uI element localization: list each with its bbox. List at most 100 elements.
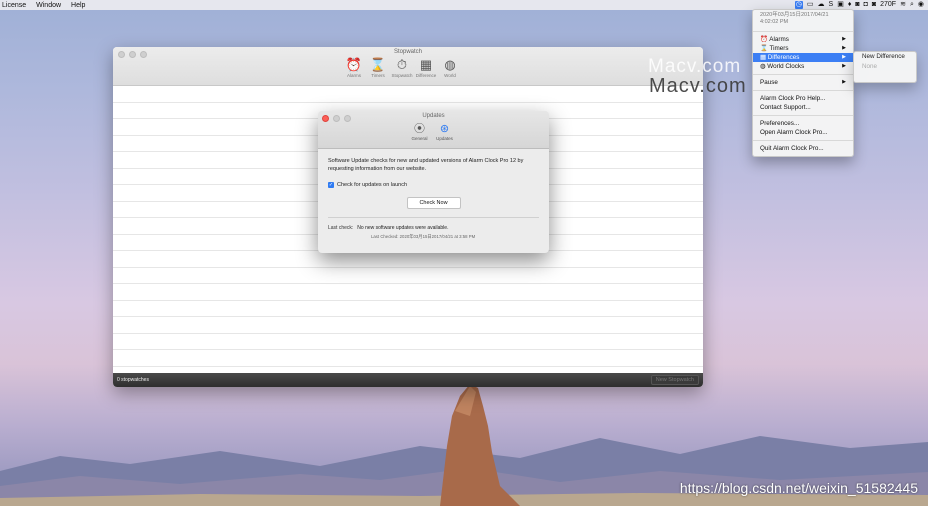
divider bbox=[753, 115, 853, 116]
tab-label: Stopwatch bbox=[391, 73, 413, 78]
menu-item-label: Timers bbox=[769, 45, 789, 52]
menu-item-label: Quit Alarm Clock Pro... bbox=[760, 145, 824, 152]
general-icon: ⦿ bbox=[414, 123, 425, 135]
tab-label: Updates bbox=[436, 136, 453, 141]
status-menu: 2020年03月15日2017/04/21 4:02:02 PM ⏰ Alarm… bbox=[752, 9, 854, 157]
search-icon[interactable]: ⌕ bbox=[910, 1, 914, 9]
menu-date-line: 2020年03月15日2017/04/21 bbox=[760, 12, 829, 18]
list-row bbox=[113, 350, 703, 367]
world-icon: ◍ bbox=[444, 57, 456, 72]
timer-icon: ⌛ bbox=[369, 57, 387, 72]
stopwatch-tabs: ⏰ Alarms ⌛ Timers ⏱ Stopwatch ▦ Differen… bbox=[345, 57, 459, 78]
screen-icon[interactable]: ▭ bbox=[807, 1, 814, 9]
tab-label: World bbox=[444, 73, 456, 78]
last-checked-timestamp: Last Checked: 2020年03月15日2017/04/21 at 3… bbox=[371, 234, 476, 239]
alarm-icon: ⏰ bbox=[760, 36, 768, 43]
menu-date: 2020年03月15日2017/04/21 4:02:02 PM bbox=[753, 10, 853, 28]
menu-item-label: Pause bbox=[760, 79, 778, 86]
app3-icon[interactable]: ◙ bbox=[872, 1, 876, 9]
list-row bbox=[113, 86, 703, 103]
dialog-toolbar: Updates ⦿ General ⊛ Updates bbox=[318, 111, 549, 149]
wifi-icon[interactable]: ≋ bbox=[900, 1, 906, 9]
menu-time-line: 4:02:02 PM bbox=[760, 19, 789, 25]
leaf-icon[interactable]: ♦ bbox=[848, 1, 852, 9]
menu-license[interactable]: License bbox=[2, 2, 26, 9]
s-icon[interactable]: S bbox=[829, 1, 834, 9]
last-check-row: Last check: No new software updates were… bbox=[328, 224, 539, 232]
list-row bbox=[113, 268, 703, 284]
menu-item-quit[interactable]: Quit Alarm Clock Pro... bbox=[753, 144, 853, 153]
cloud-icon[interactable]: ☁ bbox=[818, 1, 825, 9]
updates-dialog: Updates ⦿ General ⊛ Updates Software Upd… bbox=[318, 111, 549, 253]
tab-label: Difference bbox=[415, 73, 437, 78]
menu-item-help[interactable]: Alarm Clock Pro Help... bbox=[753, 94, 853, 103]
new-stopwatch-button[interactable]: New Stopwatch bbox=[650, 375, 699, 385]
app-icon[interactable]: ◙ bbox=[855, 1, 859, 9]
menu-item-support[interactable]: Contact Support... bbox=[753, 103, 853, 112]
list-row bbox=[113, 301, 703, 317]
tab-difference[interactable]: ▦ Difference bbox=[415, 57, 437, 78]
updates-icon: ⊛ bbox=[439, 123, 450, 135]
menu-item-pause[interactable]: Pause ▶ bbox=[753, 78, 853, 87]
chevron-right-icon: ▶ bbox=[842, 63, 846, 69]
temperature-text[interactable]: 270F bbox=[880, 1, 896, 9]
tab-timers[interactable]: ⌛ Timers bbox=[369, 57, 387, 78]
last-check-label: Last check: bbox=[328, 225, 354, 231]
differences-submenu: New Difference None bbox=[853, 51, 917, 83]
submenu-item-new-difference[interactable]: New Difference bbox=[854, 52, 916, 62]
menu-item-timers[interactable]: ⌛ Timers ▶ bbox=[753, 44, 853, 53]
chevron-right-icon: ▶ bbox=[842, 45, 846, 51]
menu-help[interactable]: Help bbox=[71, 2, 85, 9]
siri-icon[interactable]: ◉ bbox=[918, 1, 924, 9]
stopwatch-count: 0 stopwatches bbox=[117, 377, 149, 383]
checkbox-row[interactable]: ✓ Check for updates on launch bbox=[328, 181, 539, 189]
menu-item-open[interactable]: Open Alarm Clock Pro... bbox=[753, 128, 853, 137]
submenu-item-none: None bbox=[862, 63, 878, 70]
dialog-body: Software Update checks for new and updat… bbox=[318, 149, 549, 249]
divider bbox=[328, 217, 539, 218]
menu-item-world-clocks[interactable]: ◍ World Clocks ▶ bbox=[753, 62, 853, 71]
tab-label: Alarms bbox=[346, 73, 361, 78]
chevron-right-icon: ▶ bbox=[842, 79, 846, 85]
source-watermark: https://blog.csdn.net/weixin_51582445 bbox=[679, 480, 918, 496]
check-now-button[interactable]: Check Now bbox=[406, 197, 461, 209]
list-row bbox=[113, 317, 703, 334]
menu-item-label: World Clocks bbox=[767, 63, 805, 70]
tab-stopwatch[interactable]: ⏱ Stopwatch bbox=[391, 57, 413, 78]
menu-item-preferences[interactable]: Preferences... bbox=[753, 119, 853, 128]
box-icon[interactable]: ▣ bbox=[837, 1, 844, 9]
check-on-launch-checkbox[interactable]: ✓ bbox=[328, 182, 334, 188]
list-row bbox=[113, 251, 703, 268]
stopwatch-footer: 0 stopwatches New Stopwatch bbox=[113, 373, 703, 387]
tab-world[interactable]: ◍ World bbox=[441, 57, 459, 78]
checkbox-label: Check for updates on launch bbox=[337, 182, 408, 188]
stopwatch-toolbar: Stopwatch ⏰ Alarms ⌛ Timers ⏱ Stopwatch … bbox=[113, 47, 703, 86]
last-check-value: No new software updates were available. bbox=[357, 225, 449, 231]
divider bbox=[753, 140, 853, 141]
divider bbox=[753, 74, 853, 75]
menu-item-differences[interactable]: ▦ Differences ▶ bbox=[753, 53, 853, 62]
tab-general[interactable]: ⦿ General bbox=[410, 123, 429, 141]
window-title: Stopwatch bbox=[393, 49, 423, 55]
difference-icon: ▦ bbox=[419, 57, 433, 72]
menu-item-label: Preferences... bbox=[760, 120, 800, 127]
watermark-text: Macv.com bbox=[649, 75, 747, 97]
menu-item-label: Differences bbox=[767, 54, 800, 61]
menu-window[interactable]: Window bbox=[36, 2, 61, 9]
tab-label: General bbox=[411, 136, 428, 141]
menu-item-alarms[interactable]: ⏰ Alarms ▶ bbox=[753, 35, 853, 44]
chevron-right-icon: ▶ bbox=[842, 54, 846, 60]
alarm-clock-status-icon[interactable]: ◷ bbox=[794, 1, 803, 9]
divider bbox=[753, 31, 853, 32]
app2-icon[interactable]: ◘ bbox=[864, 1, 868, 9]
tab-updates[interactable]: ⊛ Updates bbox=[435, 123, 454, 141]
menu-item-label: Contact Support... bbox=[760, 104, 811, 111]
update-description: Software Update checks for new and updat… bbox=[328, 158, 524, 172]
menu-item-label: Alarms bbox=[769, 36, 789, 43]
dialog-tabs: ⦿ General ⊛ Updates bbox=[410, 123, 454, 141]
menu-item-label: Open Alarm Clock Pro... bbox=[760, 129, 828, 136]
list-row bbox=[113, 334, 703, 350]
tab-alarms[interactable]: ⏰ Alarms bbox=[345, 57, 363, 78]
timer-icon: ⌛ bbox=[760, 45, 768, 52]
stopwatch-icon: ⏱ bbox=[396, 57, 408, 72]
